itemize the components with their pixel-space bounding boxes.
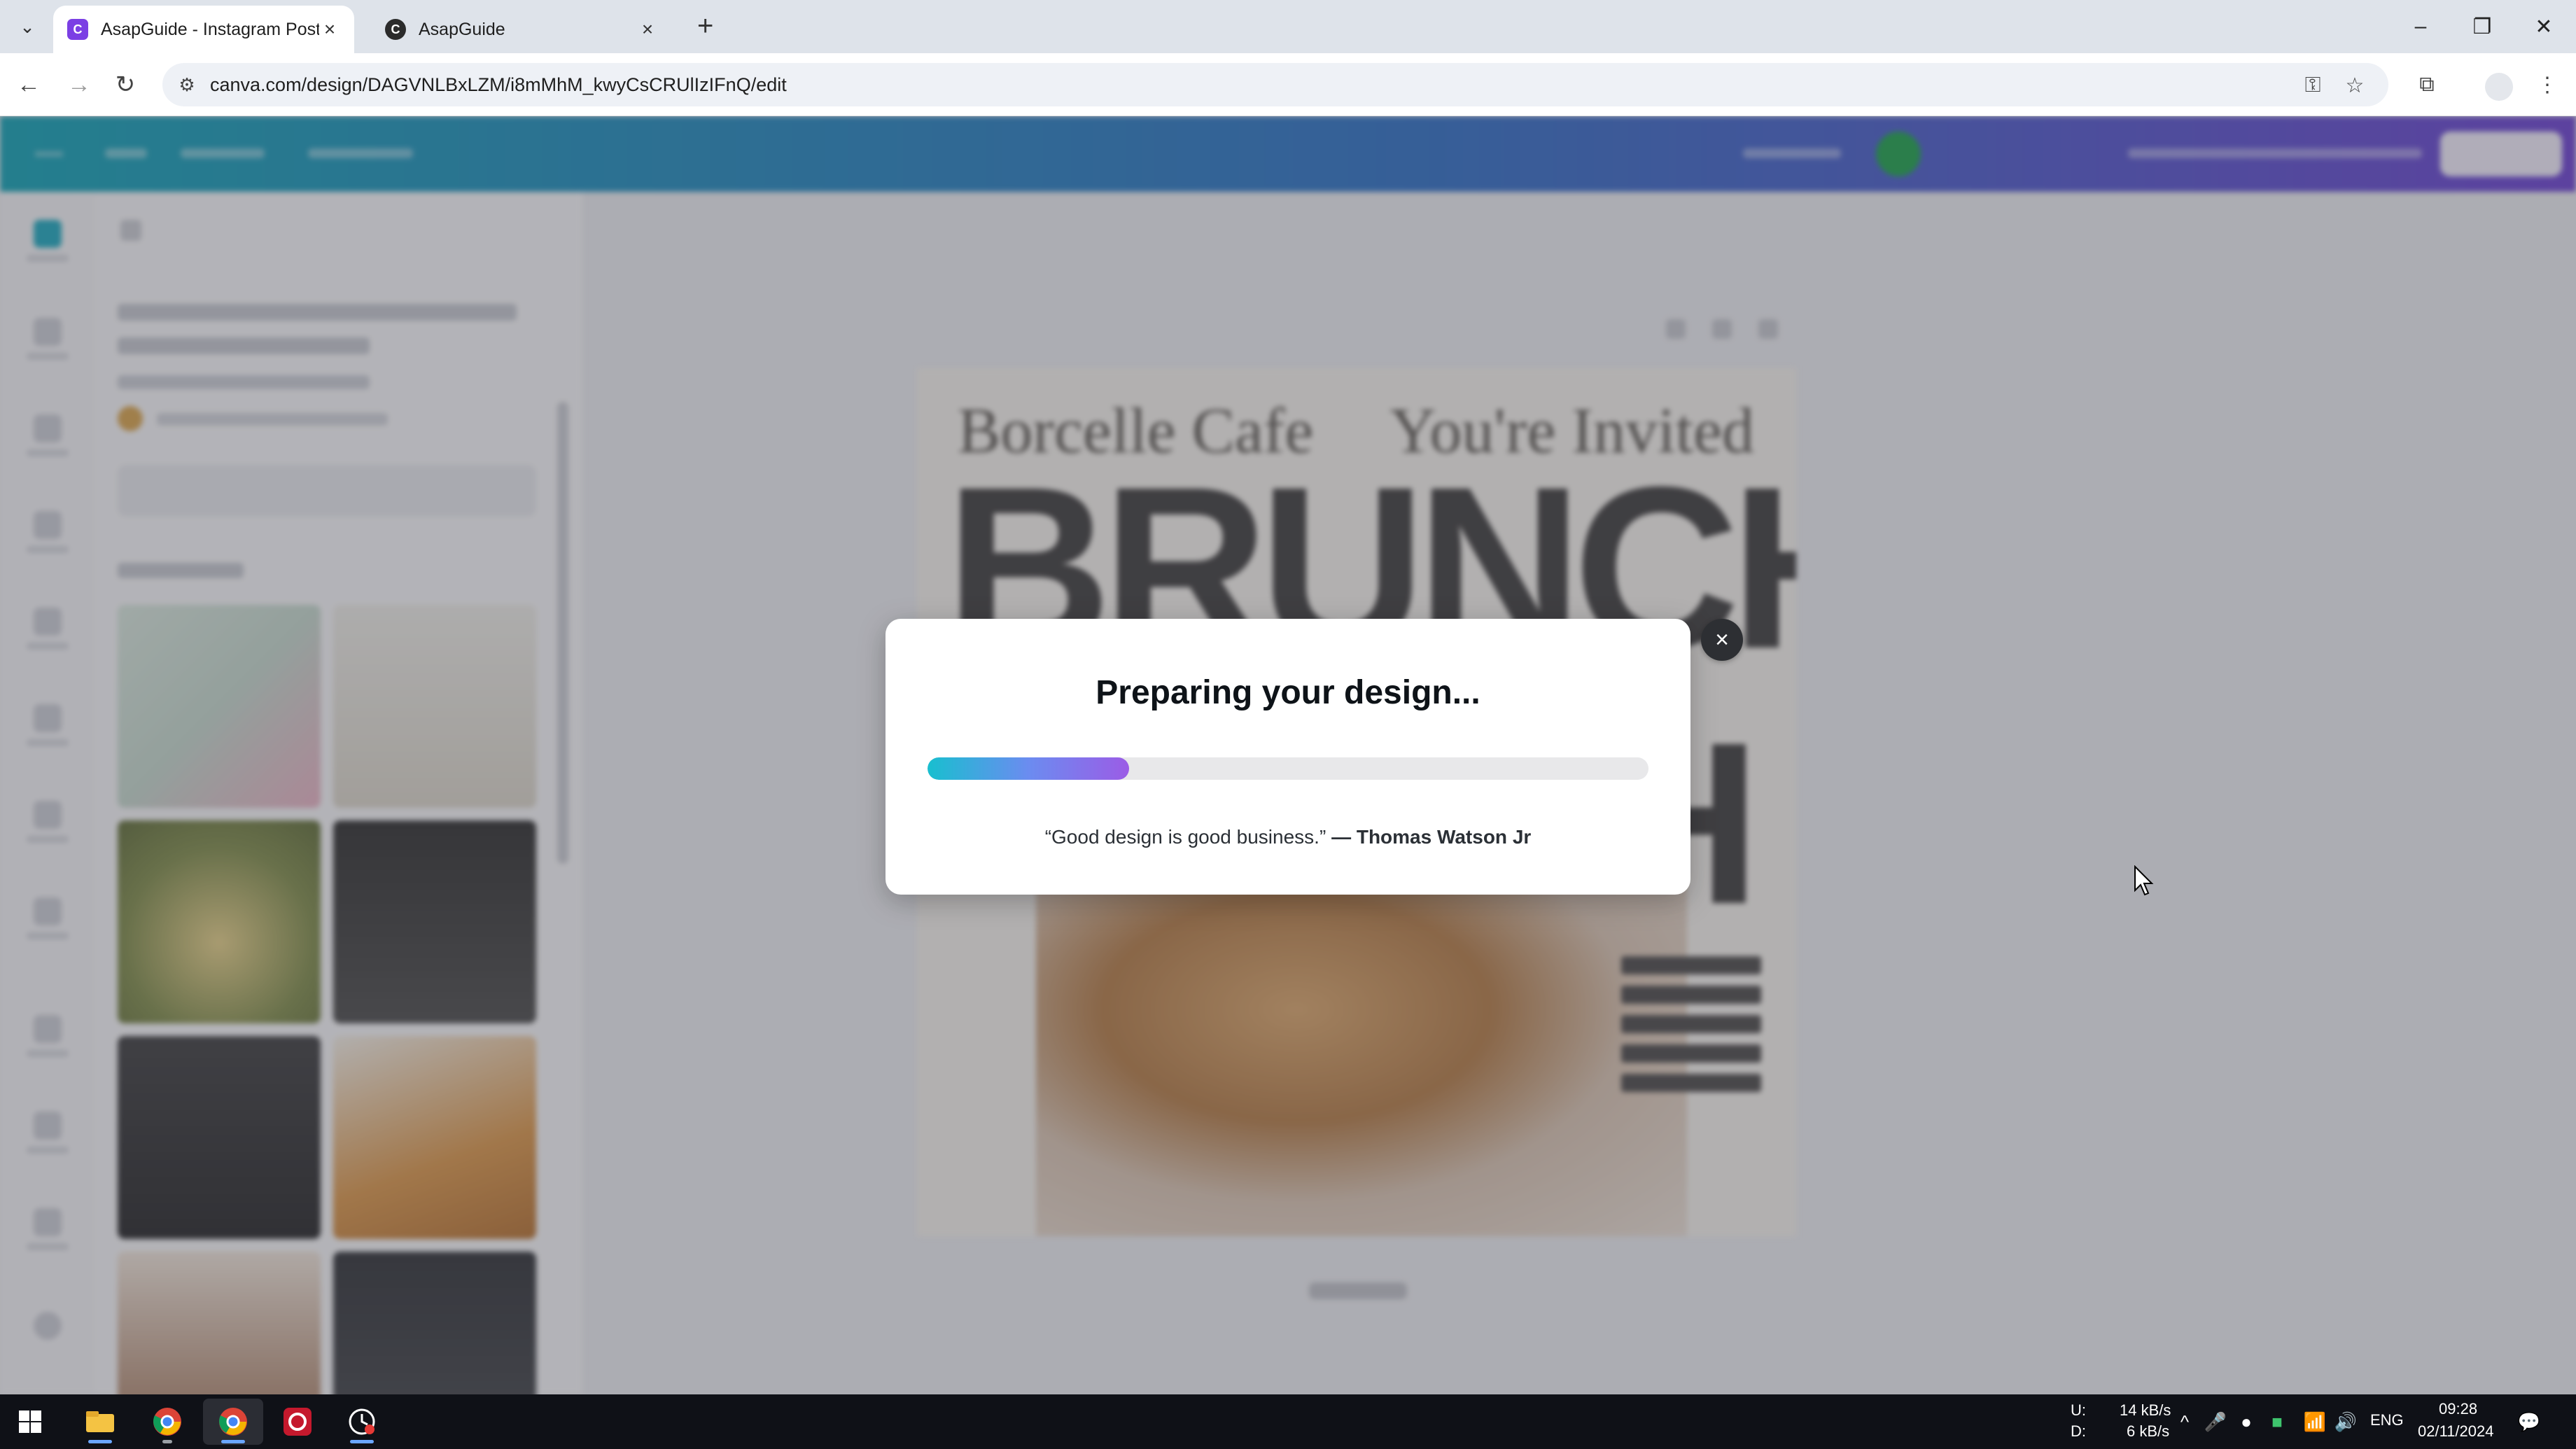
clock-time[interactable]: 09:28 bbox=[2439, 1400, 2477, 1418]
windows-taskbar: U: D: 14 kB/s 6 kB/s ^ 🎤 ● ■ 📶 🔊 ENG 09:… bbox=[0, 1394, 2576, 1449]
minimize-window-icon[interactable]: – bbox=[2393, 8, 2449, 45]
tab-close-icon[interactable]: × bbox=[637, 18, 658, 41]
new-tab-plus-icon[interactable]: + bbox=[697, 12, 713, 40]
browser-toolbar: ← → ↻ ⚙ canva.com/design/DAGVNLBxLZM/i8m… bbox=[0, 53, 2576, 116]
show-hidden-icons-chevron-icon[interactable]: ^ bbox=[2173, 1410, 2197, 1434]
design-quote: “Good design is good business.” — Thomas… bbox=[886, 826, 1690, 848]
quote-author: — Thomas Watson Jr bbox=[1331, 826, 1532, 848]
restore-window-icon[interactable]: ❐ bbox=[2454, 8, 2510, 45]
profile-avatar[interactable] bbox=[2485, 73, 2513, 101]
tab-search-dropdown-icon[interactable]: ⌄ bbox=[10, 11, 45, 42]
browser-menu-icon[interactable]: ⋮ bbox=[2528, 66, 2566, 104]
reload-icon[interactable]: ↻ bbox=[106, 66, 144, 104]
progress-bar bbox=[927, 757, 1648, 780]
chrome-active-icon[interactable] bbox=[203, 1399, 263, 1445]
url-text[interactable]: canva.com/design/DAGVNLBxLZM/i8mMhM_kwyC… bbox=[210, 74, 787, 96]
net-upload-speed: 14 kB/s bbox=[2120, 1401, 2171, 1419]
tab-label: AsapGuide bbox=[419, 19, 505, 39]
password-key-icon[interactable]: ⚿ bbox=[2299, 71, 2327, 99]
windows-start-icon[interactable] bbox=[0, 1399, 60, 1445]
app-tray-icon[interactable]: ● bbox=[2234, 1410, 2258, 1434]
site-info-icon[interactable]: ⚙ bbox=[175, 73, 199, 97]
mouse-cursor-icon bbox=[2134, 865, 2154, 896]
volume-icon[interactable]: 🔊 bbox=[2334, 1410, 2358, 1434]
net-download-speed: 6 kB/s bbox=[2127, 1422, 2170, 1440]
file-explorer-icon[interactable] bbox=[70, 1399, 130, 1445]
bookmark-star-icon[interactable]: ☆ bbox=[2341, 71, 2369, 99]
microphone-icon[interactable]: 🎤 bbox=[2204, 1410, 2227, 1434]
clock-app-icon[interactable] bbox=[332, 1399, 392, 1445]
forward-arrow-icon[interactable]: → bbox=[60, 66, 98, 104]
wifi-icon[interactable]: 📶 bbox=[2303, 1410, 2327, 1434]
quote-text: “Good design is good business.” bbox=[1044, 826, 1326, 848]
language-indicator[interactable]: ENG bbox=[2370, 1411, 2404, 1429]
close-window-icon[interactable]: ✕ bbox=[2516, 8, 2572, 45]
extensions-puzzle-icon[interactable]: ⧉ bbox=[2408, 66, 2446, 104]
tab-asapguide-instagram-post[interactable]: C AsapGuide - Instagram Post × bbox=[53, 6, 354, 53]
screen-recorder-icon[interactable] bbox=[267, 1399, 328, 1445]
site-favicon-icon: C bbox=[385, 19, 406, 40]
notifications-icon[interactable]: 💬 bbox=[2517, 1410, 2541, 1434]
clock-date[interactable]: 02/11/2024 bbox=[2418, 1422, 2493, 1441]
tab-label: AsapGuide - Instagram Post bbox=[101, 19, 319, 39]
net-upload-label: U: bbox=[2071, 1401, 2086, 1419]
green-app-tray-icon[interactable]: ■ bbox=[2265, 1410, 2289, 1434]
tab-close-icon[interactable]: × bbox=[319, 18, 340, 41]
chrome-icon[interactable] bbox=[137, 1399, 197, 1445]
preparing-design-dialog: Preparing your design... “Good design is… bbox=[886, 619, 1690, 895]
progress-fill bbox=[927, 757, 1130, 780]
tab-asapguide[interactable]: C AsapGuide × bbox=[371, 6, 672, 53]
canva-favicon-icon: C bbox=[67, 19, 88, 40]
back-arrow-icon[interactable]: ← bbox=[10, 66, 48, 104]
dialog-title: Preparing your design... bbox=[1096, 674, 1480, 711]
net-download-label: D: bbox=[2071, 1422, 2086, 1440]
address-bar[interactable]: ⚙ canva.com/design/DAGVNLBxLZM/i8mMhM_kw… bbox=[162, 63, 2388, 106]
browser-tab-strip: ⌄ C AsapGuide - Instagram Post × C AsapG… bbox=[0, 0, 2576, 53]
close-dialog-button[interactable]: × bbox=[1701, 619, 1743, 661]
